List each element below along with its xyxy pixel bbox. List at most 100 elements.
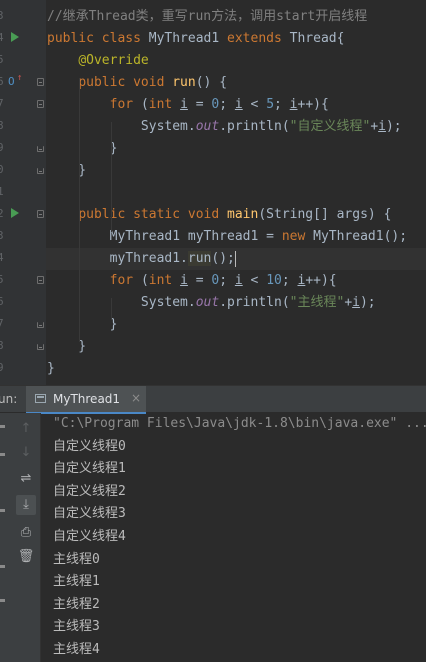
code-line[interactable]: //继承Thread类，重写run方法，调用start开启线程 — [47, 6, 367, 28]
strip-marker — [0, 425, 5, 428]
code-line[interactable]: } — [47, 358, 55, 380]
scroll-to-end-icon[interactable]: ⤓ — [16, 495, 36, 515]
code-line[interactable]: myThread1.run(); — [47, 248, 236, 270]
code-token: = — [187, 273, 212, 288]
gutter-line: 2 — [0, 204, 46, 226]
code-token: "自定义线程" — [289, 119, 371, 134]
run-gutter-icon[interactable] — [11, 32, 19, 42]
line-number: 5 — [0, 53, 4, 66]
code-line[interactable]: } — [47, 160, 86, 182]
line-number: 4 — [0, 31, 4, 44]
soft-wrap-icon[interactable]: ⇌ — [16, 469, 36, 489]
console-command-line: "C:\Program Files\Java\jdk-1.8\bin\java.… — [53, 416, 426, 431]
gutter-line: 7 — [0, 94, 46, 116]
code-token: //继承Thread类，重写run方法，调用start开启线程 — [47, 9, 368, 24]
fold-end-icon[interactable] — [37, 146, 44, 152]
console-line: 自定义线程3 — [53, 506, 126, 522]
console-output[interactable]: "C:\Program Files\Java\jdk-1.8\bin\java.… — [53, 413, 426, 662]
fold-end-icon[interactable] — [37, 344, 44, 350]
code-token: extends — [227, 31, 290, 46]
run-gutter-icon[interactable] — [11, 208, 19, 218]
code-token: } — [47, 317, 118, 332]
code-token: ); — [385, 119, 402, 134]
code-token: public void — [78, 75, 173, 90]
fold-end-icon[interactable] — [37, 322, 44, 328]
code-token: ); — [359, 295, 376, 310]
line-number: 7 — [0, 97, 4, 110]
code-token: main — [227, 207, 259, 222]
strip-marker — [0, 599, 5, 602]
code-token: ; — [219, 273, 235, 288]
strip-marker — [0, 565, 5, 568]
console-line: 主线程0 — [53, 551, 100, 567]
line-number: 4 — [0, 251, 4, 264]
code-token: new — [281, 229, 314, 244]
gutter-line: 7 — [0, 314, 46, 336]
fold-start-icon[interactable] — [37, 100, 44, 108]
gutter-line: 6 O ↑ — [0, 72, 46, 94]
strip-marker — [0, 509, 5, 512]
run-label: un: — [0, 392, 18, 406]
code-token: Thread{ — [289, 31, 345, 46]
code-token: < — [242, 273, 267, 288]
print-icon[interactable]: ⎙ — [16, 523, 36, 543]
code-token: } — [47, 141, 118, 156]
indent-guide — [79, 78, 80, 232]
arrow-down-icon[interactable]: ↓ — [16, 443, 36, 463]
code-token: int — [148, 273, 181, 288]
code-token: i — [378, 119, 386, 134]
code-line[interactable]: } — [47, 138, 118, 160]
code-token: } — [47, 339, 87, 354]
console-icon — [35, 394, 46, 403]
fold-start-icon[interactable] — [37, 78, 44, 86]
console-line: 自定义线程0 — [53, 438, 126, 454]
gutter-line: 4 — [0, 248, 46, 270]
code-token: 10 — [266, 273, 282, 288]
code-token: = — [187, 97, 212, 112]
trash-icon[interactable]: 🗑 — [16, 547, 36, 567]
indent-guide — [79, 232, 80, 342]
line-number: 9 — [0, 141, 4, 154]
code-line[interactable]: } — [47, 336, 86, 358]
code-token: ++){ — [297, 97, 329, 112]
close-tab-icon[interactable]: × — [131, 391, 141, 405]
fold-start-icon[interactable] — [37, 276, 44, 284]
code-token: for — [109, 97, 141, 112]
code-line[interactable]: for (int i = 0; i < 10; i++){ — [47, 270, 337, 292]
line-number: 7 — [0, 317, 4, 330]
code-line[interactable]: public static void main(String[] args) { — [47, 204, 391, 226]
code-token: i — [352, 295, 360, 310]
code-token: myThread1. — [47, 251, 188, 266]
code-editor[interactable]: 3 4 5 6 O ↑ 7 8 9 0 1 2 3 4 5 6 7 8 9 //继承Thread类，重写run方法，… — [0, 0, 426, 385]
line-number: 8 — [0, 339, 4, 352]
code-line[interactable]: @Override — [47, 50, 149, 72]
arrow-up-icon[interactable]: ↑ — [16, 419, 36, 439]
code-token: } — [47, 361, 55, 376]
code-line[interactable]: } — [47, 314, 118, 336]
code-line[interactable]: System.out.println("自定义线程"+i); — [47, 116, 402, 138]
line-number: 3 — [0, 229, 4, 242]
line-number: 8 — [0, 119, 4, 132]
text-caret — [234, 250, 236, 267]
override-arrow-icon: ↑ — [17, 73, 23, 83]
tab-mythread1[interactable]: MyThread1 × — [26, 386, 146, 414]
code-token: @Override — [78, 53, 149, 68]
fold-start-icon[interactable] — [37, 210, 44, 218]
gutter-line: 9 — [0, 358, 46, 380]
code-token: ++){ — [305, 273, 337, 288]
code-line[interactable]: System.out.println("主线程"+i); — [47, 292, 376, 314]
code-line[interactable]: public void run() { — [47, 72, 227, 94]
override-icon[interactable]: O — [8, 75, 15, 88]
code-token: (String[] args) { — [258, 207, 392, 222]
code-token: + — [370, 119, 379, 134]
code-line[interactable]: public class MyThread1 extends Thread{ — [47, 28, 344, 50]
code-line[interactable]: MyThread1 myThread1 = new MyThread1(); — [47, 226, 407, 248]
gutter-line: 6 — [0, 292, 46, 314]
code-token: System. — [47, 295, 196, 310]
gutter-line: 0 — [0, 160, 46, 182]
code-line[interactable]: for (int i = 0; i < 5; i++){ — [47, 94, 329, 116]
code-token: MyThread1 — [148, 31, 228, 46]
fold-end-icon[interactable] — [37, 168, 44, 174]
gutter-line: 3 — [0, 6, 46, 28]
